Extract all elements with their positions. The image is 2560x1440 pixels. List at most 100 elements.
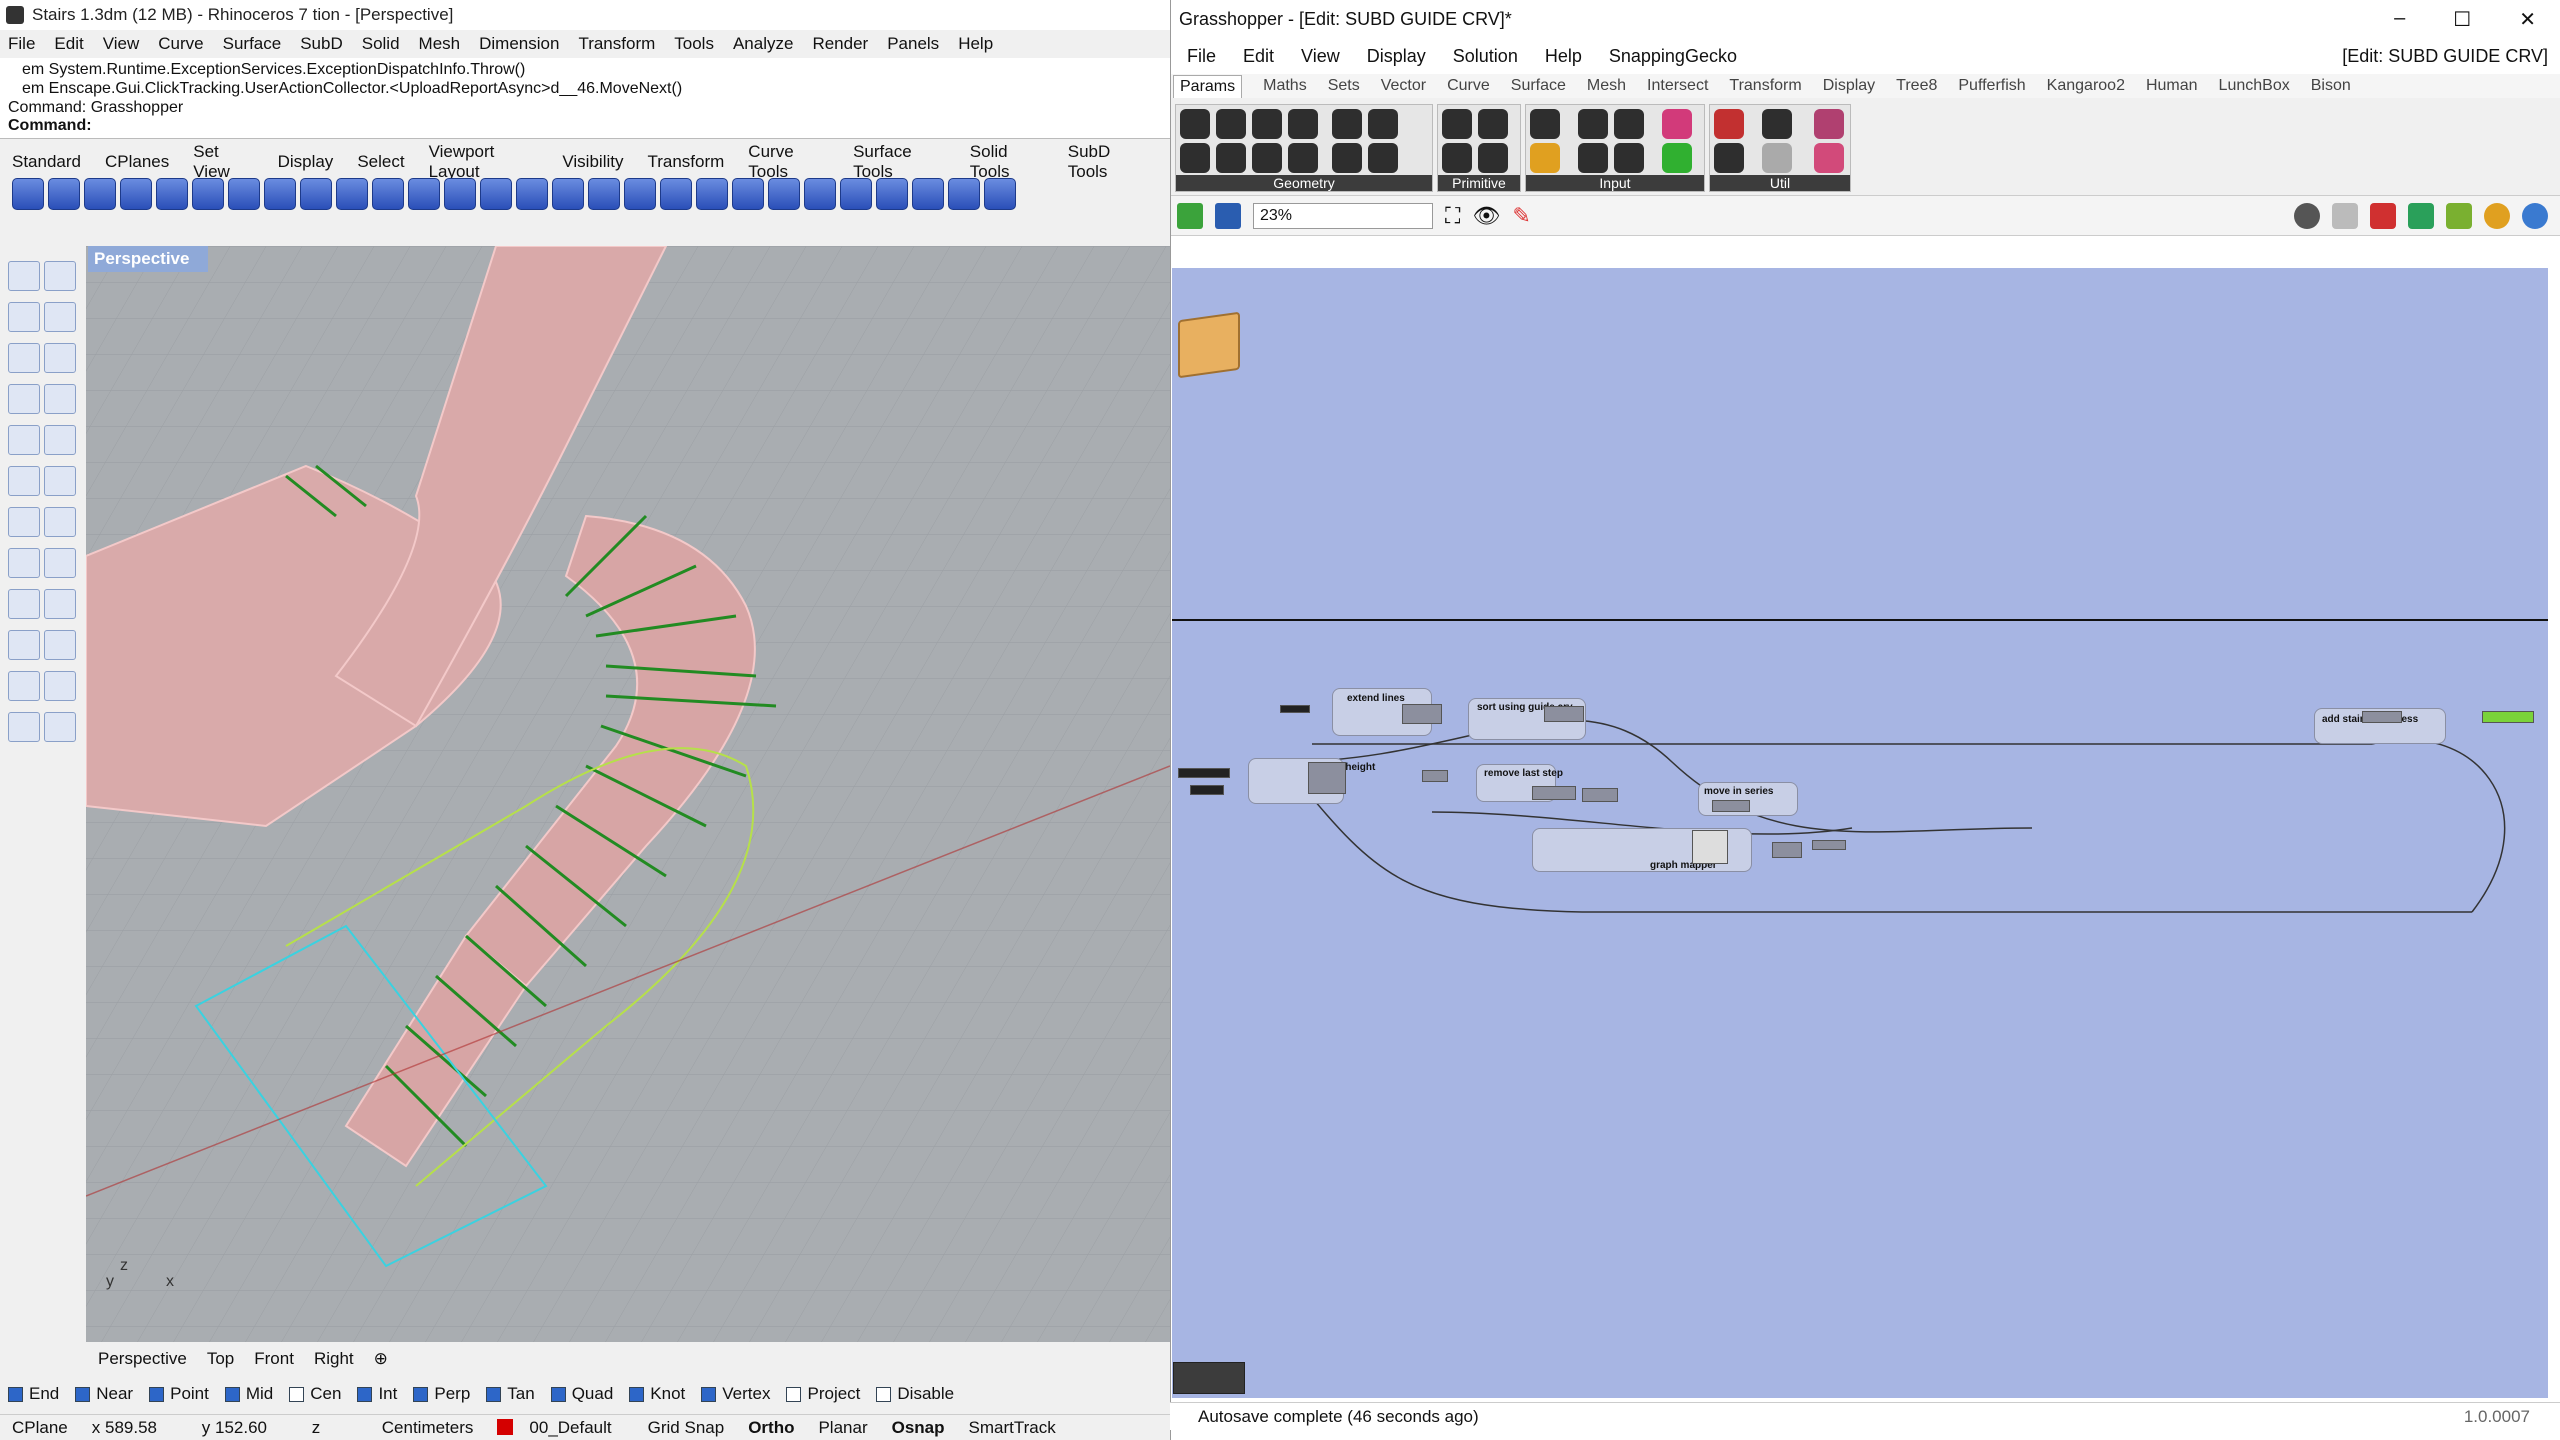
shaded-icon[interactable] <box>2370 202 2396 229</box>
tool-icon[interactable] <box>192 178 224 210</box>
input-param[interactable] <box>1178 768 1230 778</box>
tool-icon[interactable] <box>984 178 1016 210</box>
cylinder-icon[interactable] <box>44 384 76 414</box>
param-icon[interactable] <box>1530 109 1560 139</box>
param-icon[interactable] <box>1478 143 1508 173</box>
param-icon[interactable] <box>1614 109 1644 139</box>
gh-tab-intersect[interactable]: Intersect <box>1647 77 1708 95</box>
viewport-title[interactable]: Perspective <box>88 246 208 272</box>
osnap-perp[interactable]: Perp <box>413 1384 470 1404</box>
display-color-icon[interactable] <box>2484 202 2510 229</box>
param-icon[interactable] <box>1180 109 1210 139</box>
tool-icon[interactable] <box>660 178 692 210</box>
param-icon[interactable] <box>1614 143 1644 173</box>
layer-icon[interactable] <box>8 302 40 332</box>
param-icon[interactable] <box>1578 143 1608 173</box>
gh-tab-kangaroo2[interactable]: Kangaroo2 <box>2047 77 2125 95</box>
param-icon[interactable] <box>1762 143 1792 173</box>
array-icon[interactable] <box>44 589 76 619</box>
osnap-project[interactable]: Project <box>786 1384 860 1404</box>
component[interactable] <box>1544 706 1584 722</box>
toggle-true[interactable] <box>2482 711 2534 723</box>
curve-icon[interactable] <box>8 343 40 373</box>
menu-solid[interactable]: Solid <box>362 34 400 54</box>
polar-array-icon[interactable] <box>8 630 40 660</box>
tool-icon[interactable] <box>372 178 404 210</box>
osnap-mid[interactable]: Mid <box>224 1384 273 1404</box>
status-cplane[interactable]: CPlane <box>0 1418 80 1438</box>
fillet-icon[interactable] <box>8 466 40 496</box>
param-icon[interactable] <box>1288 143 1318 173</box>
perspective-viewport[interactable]: y z x <box>86 246 1170 1342</box>
command-prompt[interactable]: Command: <box>0 117 1170 139</box>
menu-dimension[interactable]: Dimension <box>479 34 559 54</box>
status-ortho[interactable]: Ortho <box>736 1418 806 1438</box>
component[interactable] <box>1772 842 1802 858</box>
osnap-tan[interactable]: Tan <box>486 1384 535 1404</box>
tool-icon[interactable] <box>120 178 152 210</box>
gh-tab-params[interactable]: Params <box>1173 74 1243 98</box>
package-box-icon[interactable] <box>1178 311 1240 379</box>
osnap-int[interactable]: Int <box>357 1384 397 1404</box>
gh-tab-transform[interactable]: Transform <box>1729 77 1801 95</box>
gh-tab-lunchbox[interactable]: LunchBox <box>2219 77 2290 95</box>
gh-menu-edit[interactable]: Edit <box>1243 46 1274 67</box>
sweep-icon[interactable] <box>44 466 76 496</box>
status-planar[interactable]: Planar <box>806 1418 879 1438</box>
tool-icon[interactable] <box>624 178 656 210</box>
tool-icon[interactable] <box>84 178 116 210</box>
mirror-icon[interactable] <box>8 548 40 578</box>
osnap-cen[interactable]: Cen <box>289 1384 341 1404</box>
param-icon[interactable] <box>1714 143 1744 173</box>
tool-icon[interactable] <box>912 178 944 210</box>
gh-tab-mesh[interactable]: Mesh <box>1587 77 1626 95</box>
tool-icon[interactable] <box>48 178 80 210</box>
tab-surface-tools[interactable]: Surface Tools <box>853 142 946 182</box>
component[interactable] <box>1582 788 1618 802</box>
menu-panels[interactable]: Panels <box>887 34 939 54</box>
tool-icon[interactable] <box>444 178 476 210</box>
menu-view[interactable]: View <box>103 34 140 54</box>
viewport-tab-front[interactable]: Front <box>254 1349 294 1369</box>
gh-tab-surface[interactable]: Surface <box>1511 77 1566 95</box>
tool-icon[interactable] <box>516 178 548 210</box>
tool-icon[interactable] <box>336 178 368 210</box>
param-icon[interactable] <box>1814 109 1844 139</box>
gh-tab-human[interactable]: Human <box>2146 77 2198 95</box>
save-file-icon[interactable] <box>1215 202 1241 229</box>
component[interactable] <box>1402 704 1442 724</box>
tool-icon[interactable] <box>264 178 296 210</box>
tool-icon[interactable] <box>768 178 800 210</box>
tab-solid-tools[interactable]: Solid Tools <box>970 142 1044 182</box>
tab-cplanes[interactable]: CPlanes <box>105 152 169 172</box>
tool-icon[interactable] <box>12 178 44 210</box>
status-layer[interactable]: 00_Default <box>485 1418 635 1438</box>
tool-icon[interactable] <box>840 178 872 210</box>
menu-mesh[interactable]: Mesh <box>419 34 461 54</box>
tab-curve-tools[interactable]: Curve Tools <box>748 142 829 182</box>
gh-tab-tree8[interactable]: Tree8 <box>1896 77 1937 95</box>
status-osnap[interactable]: Osnap <box>880 1418 957 1438</box>
trim-icon[interactable] <box>44 548 76 578</box>
param-icon[interactable] <box>1814 143 1844 173</box>
osnap-near[interactable]: Near <box>75 1384 133 1404</box>
gh-tab-vector[interactable]: Vector <box>1381 77 1426 95</box>
status-grid-snap[interactable]: Grid Snap <box>636 1418 737 1438</box>
status-units[interactable]: Centimeters <box>370 1418 486 1438</box>
wireframe-icon[interactable] <box>2332 202 2358 229</box>
viewport-tab-top[interactable]: Top <box>207 1349 234 1369</box>
tab-standard[interactable]: Standard <box>12 152 81 172</box>
component[interactable] <box>1812 840 1846 850</box>
close-icon[interactable]: ✕ <box>2519 7 2536 32</box>
param-icon[interactable] <box>1442 109 1472 139</box>
gh-menu-snappinggecko[interactable]: SnappingGecko <box>1609 46 1737 67</box>
arc-icon[interactable] <box>44 425 76 455</box>
component[interactable] <box>1308 762 1346 794</box>
loft-icon[interactable] <box>44 507 76 537</box>
gh-canvas[interactable]: extend lines sort using guide crv add st… <box>1172 268 2548 1398</box>
gh-tab-bison[interactable]: Bison <box>2311 77 2351 95</box>
menu-surface[interactable]: Surface <box>223 34 282 54</box>
cplane-icon[interactable] <box>44 261 76 291</box>
surface-icon[interactable] <box>8 425 40 455</box>
menu-help[interactable]: Help <box>958 34 993 54</box>
